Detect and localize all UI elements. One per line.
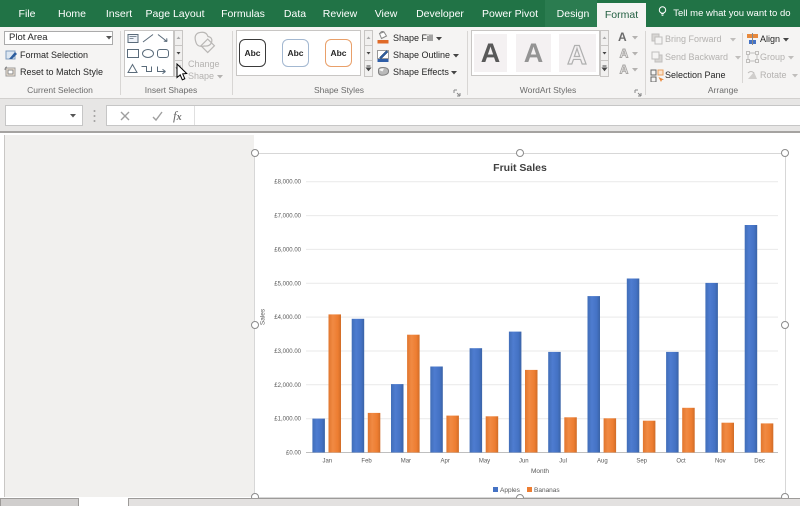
svg-text:Apples: Apples xyxy=(500,487,521,494)
svg-text:Jun: Jun xyxy=(519,459,529,465)
svg-text:Mar: Mar xyxy=(401,459,411,465)
svg-text:A: A xyxy=(567,40,587,70)
svg-text:£2,000.00: £2,000.00 xyxy=(274,383,301,389)
svg-text:£1,000.00: £1,000.00 xyxy=(274,417,301,423)
svg-text:Bananas: Bananas xyxy=(534,487,560,494)
svg-text:May: May xyxy=(479,459,490,465)
svg-text:Feb: Feb xyxy=(361,459,372,465)
svg-text:A: A xyxy=(620,47,629,61)
svg-text:£7,000.00: £7,000.00 xyxy=(274,214,301,220)
svg-text:£8,000.00: £8,000.00 xyxy=(274,180,301,186)
svg-text:£0.00: £0.00 xyxy=(286,451,302,457)
svg-text:Oct: Oct xyxy=(676,459,686,465)
svg-text:Month: Month xyxy=(531,468,549,475)
svg-text:Jul: Jul xyxy=(559,459,567,465)
svg-text:£5,000.00: £5,000.00 xyxy=(274,281,301,287)
svg-text:Sep: Sep xyxy=(636,459,647,465)
svg-text:£4,000.00: £4,000.00 xyxy=(274,315,301,321)
svg-text:Nov: Nov xyxy=(715,459,726,465)
svg-text:£6,000.00: £6,000.00 xyxy=(274,247,301,253)
svg-text:£3,000.00: £3,000.00 xyxy=(274,349,301,355)
svg-text:Dec: Dec xyxy=(754,459,765,465)
svg-text:Sales: Sales xyxy=(260,308,267,325)
svg-text:A: A xyxy=(620,63,629,77)
svg-text:Fruit Sales: Fruit Sales xyxy=(493,162,547,174)
svg-text:Apr: Apr xyxy=(441,459,450,465)
svg-text:Jan: Jan xyxy=(322,459,332,465)
svg-text:Aug: Aug xyxy=(597,459,608,465)
